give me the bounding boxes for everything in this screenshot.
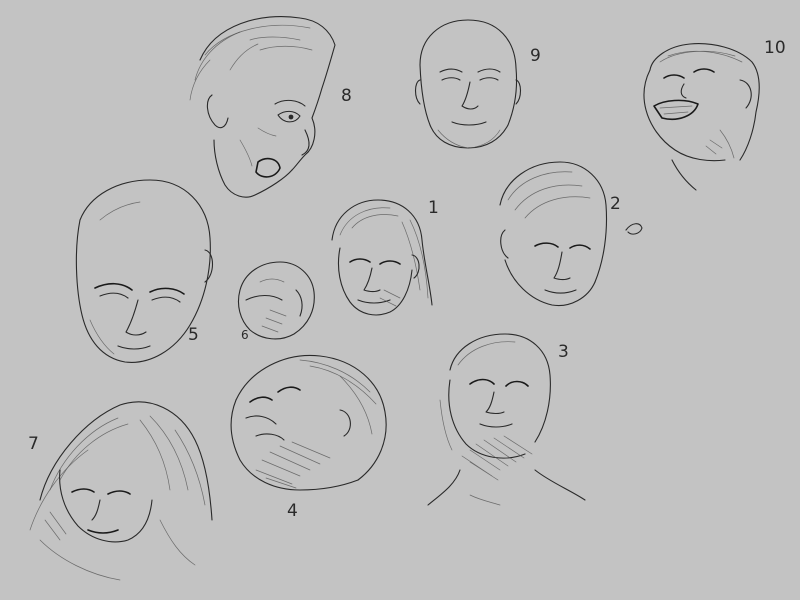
sketch-number-6: 6 xyxy=(241,328,249,342)
sketch-number-1: 1 xyxy=(428,198,439,218)
sketch-number-3: 3 xyxy=(558,342,569,362)
sketch-number-5: 5 xyxy=(188,325,199,345)
sketch-number-4: 4 xyxy=(287,501,298,521)
sketch-number-2: 2 xyxy=(610,194,621,214)
sketch-number-8: 8 xyxy=(341,86,352,106)
head-sketch-4 xyxy=(230,354,387,491)
head-sketch-8 xyxy=(189,16,336,198)
head-sketch-1 xyxy=(331,199,433,316)
head-studies-drawing xyxy=(29,16,760,581)
sketch-number-7: 7 xyxy=(28,434,39,454)
head-sketch-7 xyxy=(29,401,213,581)
sketch-number-10: 10 xyxy=(764,38,786,58)
head-sketch-2 xyxy=(499,161,643,307)
sketch-number-9: 9 xyxy=(530,46,541,66)
head-sketch-6 xyxy=(237,261,315,340)
head-sketch-9 xyxy=(414,19,522,149)
sketch-canvas: 1 2 3 4 5 6 7 8 9 10 xyxy=(0,0,800,600)
head-sketch-10 xyxy=(643,43,760,191)
